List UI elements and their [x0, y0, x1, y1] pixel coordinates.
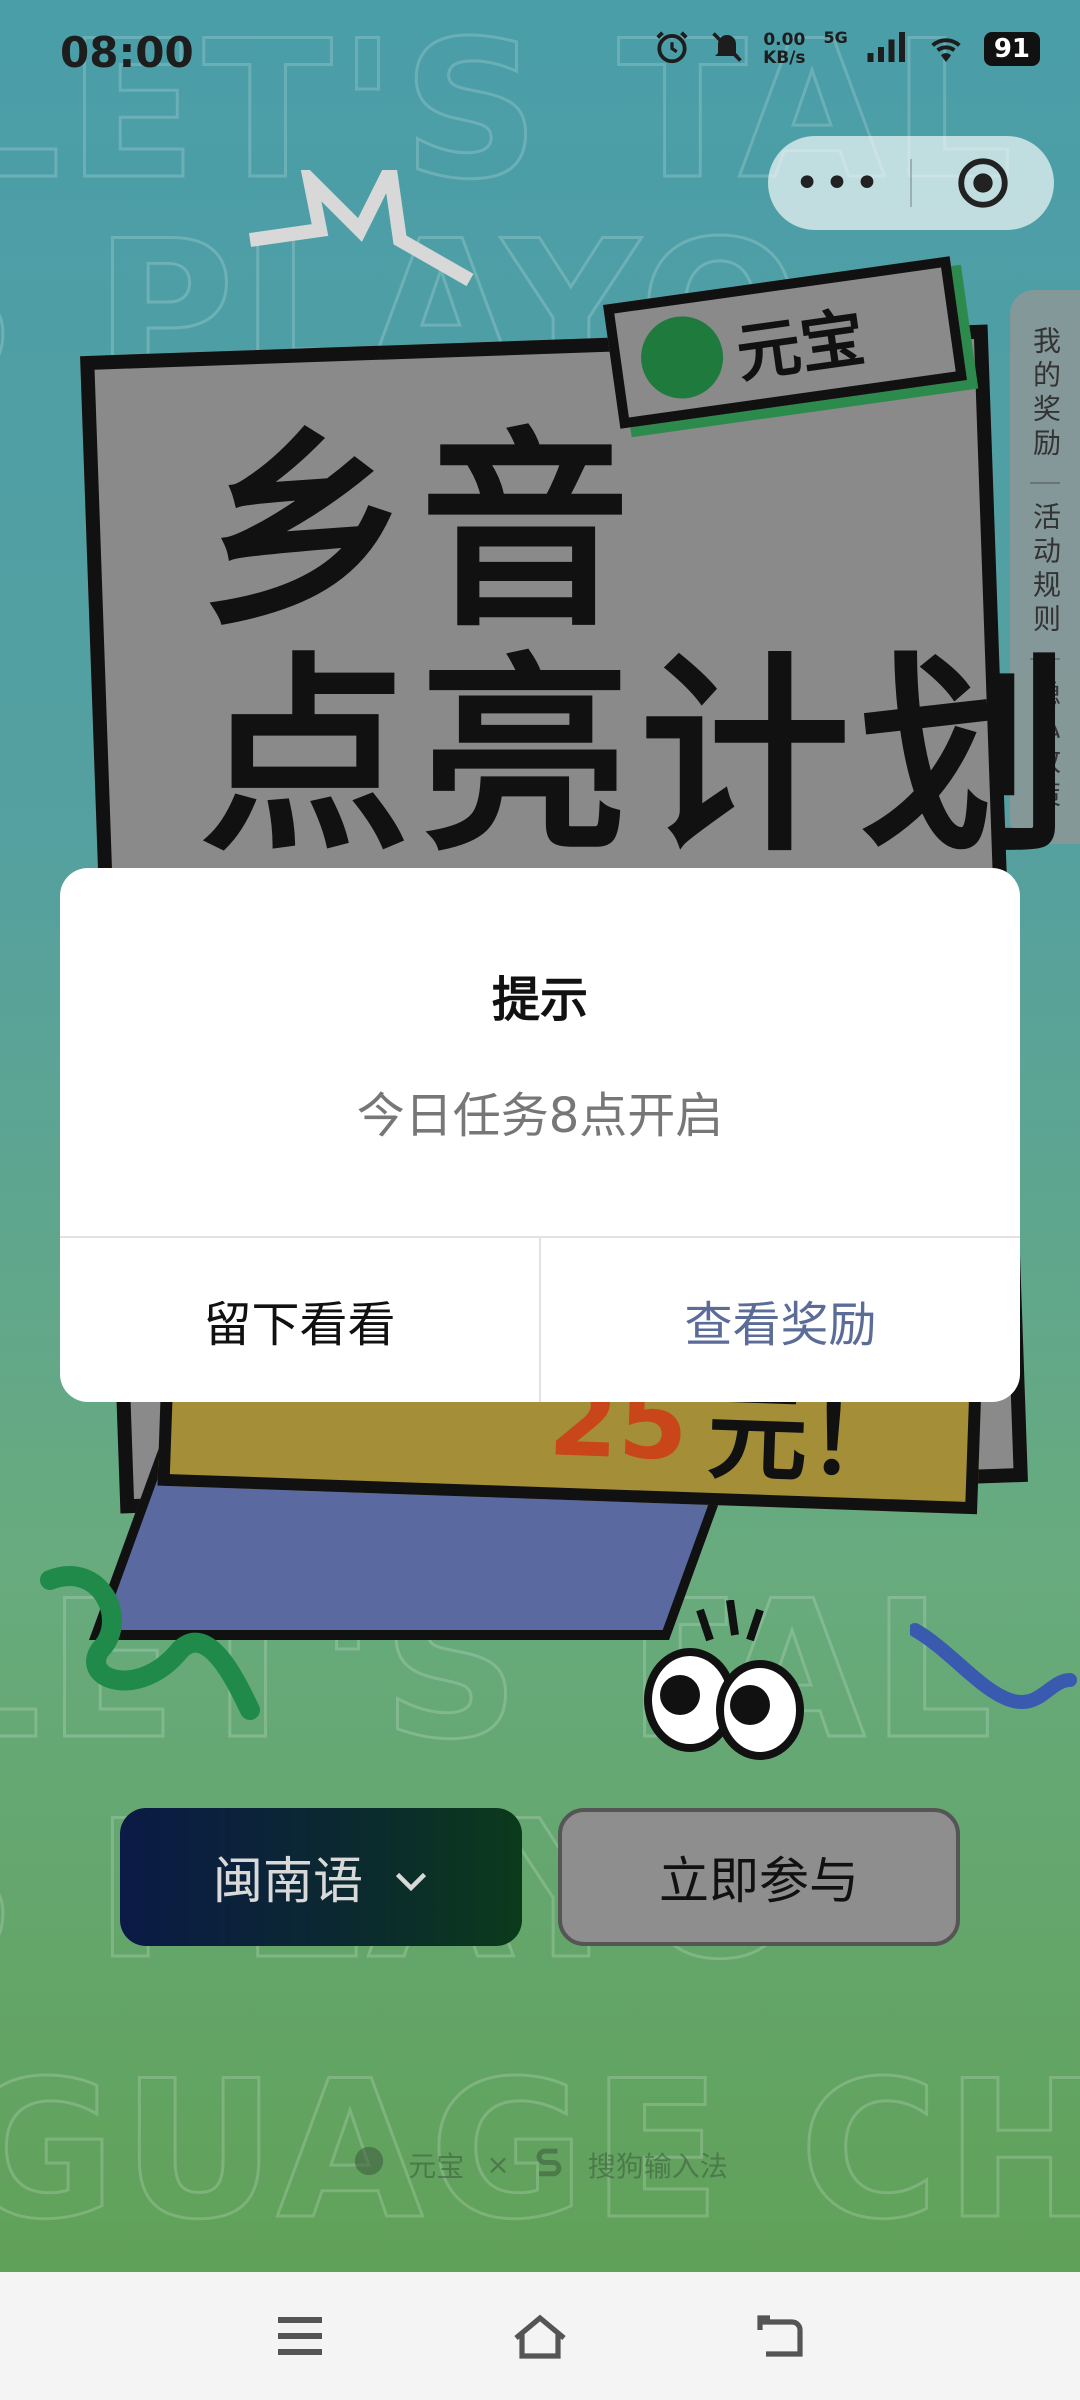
status-time: 08:00 [60, 28, 194, 77]
footer-brands: 元宝 × 搜狗输入法 [0, 2144, 1080, 2185]
status-icons: 0.00 KB/s 5G 91 [653, 28, 1040, 70]
home-icon[interactable] [510, 2306, 570, 2366]
cartoon-eyes-icon [644, 1600, 804, 1760]
more-options-icon[interactable]: ••• [768, 158, 910, 209]
chevron-down-icon [393, 1848, 429, 1906]
burst-decoration [249, 170, 474, 287]
yuanbao-small-logo-icon [352, 2144, 386, 2185]
green-squiggle-decoration [40, 1566, 260, 1720]
stay-button[interactable]: 留下看看 [60, 1238, 541, 1402]
network-speed: 0.00 KB/s [763, 31, 805, 67]
battery-indicator: 91 [983, 32, 1040, 66]
network-speed-value: 0.00 [763, 30, 806, 50]
system-nav-bar [0, 2272, 1080, 2400]
poster-title-line2: 点亮计划 [200, 635, 1080, 880]
poster-title: 乡音 点亮计划 [200, 420, 1080, 870]
network-type: 5G [823, 28, 848, 47]
footer-brand-yuanbao: 元宝 [408, 2149, 465, 2183]
blue-squiggle-decoration [910, 1623, 1077, 1709]
notice-dialog: 提示 今日任务8点开启 留下看看 查看奖励 [60, 868, 1020, 1402]
footer-separator: × [486, 2148, 510, 2181]
status-bar: 08:00 0.00 KB/s 5G 91 [0, 0, 1080, 110]
language-select-value: 闽南语 [213, 1852, 363, 1910]
poster-title-line1: 乡音 [200, 410, 641, 655]
signal-icon [866, 32, 908, 66]
view-rewards-button[interactable]: 查看奖励 [541, 1238, 1020, 1402]
menu-icon[interactable] [270, 2306, 330, 2366]
sogou-logo-icon [532, 2144, 566, 2185]
network-speed-unit: KB/s [763, 48, 806, 68]
dialog-button-row: 留下看看 查看奖励 [60, 1236, 1020, 1402]
footer-brand-sogou: 搜狗输入法 [587, 2149, 728, 2183]
join-now-button[interactable]: 立即参与 [558, 1808, 960, 1946]
alarm-icon [653, 28, 691, 70]
wifi-icon [926, 32, 966, 66]
yuanbao-logo-icon [635, 310, 729, 404]
close-miniprogram-icon[interactable] [912, 154, 1054, 212]
language-select[interactable]: 闽南语 [120, 1808, 522, 1946]
miniprogram-capsule: ••• [768, 136, 1054, 230]
mute-bell-icon [709, 29, 745, 69]
dialog-title: 提示 [491, 972, 588, 1028]
dialog-message: 今日任务8点开启 [356, 1088, 724, 1144]
brand-bubble-text: 元宝 [732, 300, 870, 392]
back-icon[interactable] [750, 2306, 810, 2366]
